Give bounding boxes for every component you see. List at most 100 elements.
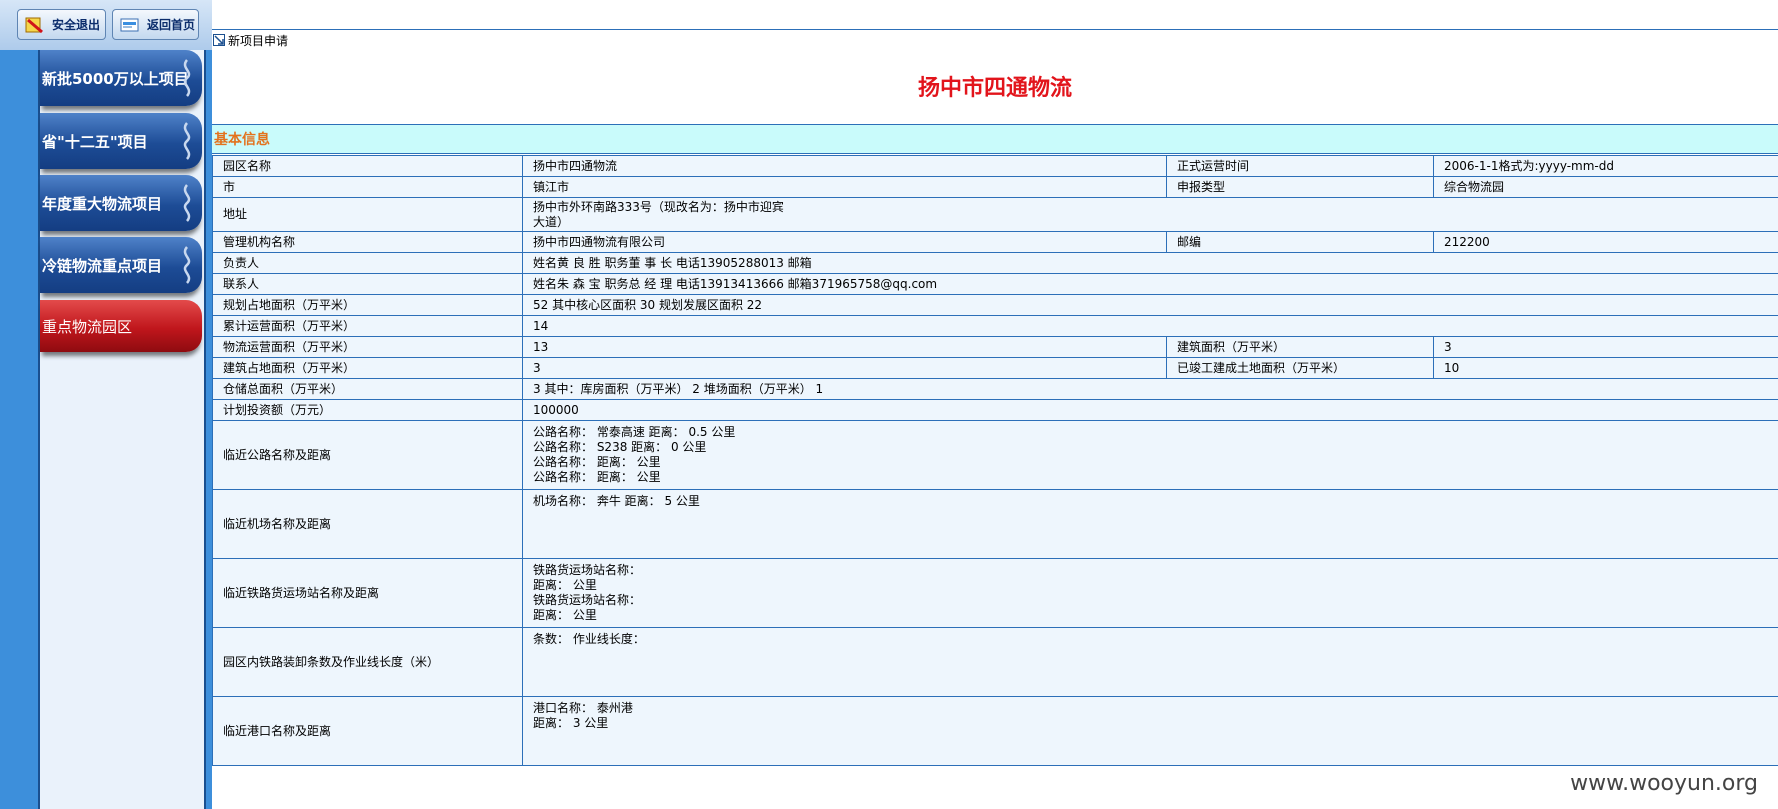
table-row: 临近港口名称及距离 港口名称： 泰州港 距离： 3 公里 xyxy=(212,696,1778,766)
road-line: 公路名称： S238 距离： 0 公里 xyxy=(533,440,707,454)
logout-icon xyxy=(24,15,46,35)
row-value: 2006-1-1格式为:yyyy-mm-dd xyxy=(1433,155,1778,177)
row-value: 公路名称： 常泰高速 距离： 0.5 公里 公路名称： S238 距离： 0 公… xyxy=(522,420,1778,490)
row-label: 规划占地面积（万平米） xyxy=(212,294,523,316)
page-title: 扬中市四通物流 xyxy=(917,75,1072,101)
table-row: 物流运营面积（万平米） 13 建筑面积（万平米） 3 xyxy=(212,336,1778,358)
table-row: 仓储总面积（万平米） 3 其中：库房面积（万平米） 2 堆场面积（万平米） 1 xyxy=(212,378,1778,400)
row-value: 100000 xyxy=(522,399,1778,421)
arrow-icon xyxy=(213,34,225,46)
row-label: 正式运营时间 xyxy=(1166,155,1434,177)
nav-item-125-projects[interactable]: 省"十二五"项目 xyxy=(40,113,202,169)
row-value: 3 xyxy=(522,357,1167,379)
row-value: 条数： 作业线长度： xyxy=(522,627,1778,697)
row-value: 铁路货运场站名称： 距离： 公里 铁路货运场站名称： 距离： 公里 xyxy=(522,558,1778,628)
nav-item-annual-projects[interactable]: 年度重大物流项目 xyxy=(40,175,202,231)
road-line: 公路名称： 常泰高速 距离： 0.5 公里 xyxy=(533,425,736,439)
info-table: 园区名称 扬中市四通物流 正式运营时间 2006-1-1格式为:yyyy-mm-… xyxy=(212,155,1778,766)
row-value: 扬中市四通物流有限公司 xyxy=(522,231,1167,253)
nav-item-cold-chain[interactable]: 冷链物流重点项目 xyxy=(40,237,202,293)
table-row: 计划投资额（万元） 100000 xyxy=(212,399,1778,421)
row-label: 建筑面积（万平米） xyxy=(1166,336,1434,358)
row-value: 扬中市四通物流 xyxy=(522,155,1167,177)
nav-item-label: 冷链物流重点项目 xyxy=(42,256,163,275)
row-label: 联系人 xyxy=(212,273,523,295)
table-row: 市 镇江市 申报类型 综合物流园 xyxy=(212,176,1778,198)
table-row: 管理机构名称 扬中市四通物流有限公司 邮编 212200 xyxy=(212,231,1778,253)
table-row: 联系人 姓名朱 森 宝 职务总 经 理 电话13913413666 邮箱3719… xyxy=(212,273,1778,295)
row-value: 52 其中核心区面积 30 规划发展区面积 22 xyxy=(522,294,1778,316)
row-label: 计划投资额（万元） xyxy=(212,399,523,421)
row-label: 地址 xyxy=(212,197,523,232)
table-row: 累计运营面积（万平米） 14 xyxy=(212,315,1778,337)
table-row: 负责人 姓名黄 良 胜 职务董 事 长 电话13905288013 邮箱 xyxy=(212,252,1778,274)
nav-item-label: 新批5000万以上项目 xyxy=(42,69,189,88)
rail-line: 铁路货运场站名称： xyxy=(533,593,642,607)
rail-line: 距离： 公里 xyxy=(533,608,597,622)
row-label: 园区名称 xyxy=(212,155,523,177)
ornament-icon xyxy=(183,59,191,97)
ornament-icon xyxy=(183,246,191,284)
nav-item-logistics-parks[interactable]: 重点物流园区 xyxy=(40,300,202,352)
port-line: 距离： 3 公里 xyxy=(533,716,609,730)
row-label: 临近公路名称及距离 xyxy=(212,420,523,490)
road-line: 公路名称： 距离： 公里 xyxy=(533,455,661,469)
section-header: 基本信息 xyxy=(212,124,1778,154)
address-line: 扬中市外环南路333号（现改名为：扬中市迎宾 xyxy=(533,199,784,214)
sidebar-top-toolbar: 安全退出 返回首页 xyxy=(0,0,214,50)
row-value: 港口名称： 泰州港 距离： 3 公里 xyxy=(522,696,1778,766)
watermark: www.wooyun.org xyxy=(1570,771,1758,796)
breadcrumb: 新项目申请 xyxy=(213,32,288,48)
row-label: 已竣工建成土地面积（万平米） xyxy=(1166,357,1434,379)
row-label: 邮编 xyxy=(1166,231,1434,253)
row-label: 临近港口名称及距离 xyxy=(212,696,523,766)
main-content: 新项目申请 扬中市四通物流 基本信息 园区名称 扬中市四通物流 正式运营时间 2… xyxy=(212,0,1778,809)
logout-label: 安全退出 xyxy=(52,18,101,32)
ornament-icon xyxy=(183,184,191,222)
table-row: 规划占地面积（万平米） 52 其中核心区面积 30 规划发展区面积 22 xyxy=(212,294,1778,316)
logout-button[interactable]: 安全退出 xyxy=(17,9,106,40)
row-value: 姓名黄 良 胜 职务董 事 长 电话13905288013 邮箱 xyxy=(522,252,1778,274)
row-value: 姓名朱 森 宝 职务总 经 理 电话13913413666 邮箱37196575… xyxy=(522,273,1778,295)
row-label: 累计运营面积（万平米） xyxy=(212,315,523,337)
table-row: 建筑占地面积（万平米） 3 已竣工建成土地面积（万平米） 10 xyxy=(212,357,1778,379)
row-label: 管理机构名称 xyxy=(212,231,523,253)
home-icon xyxy=(119,15,141,35)
row-label: 园区内铁路装卸条数及作业线长度（米） xyxy=(212,627,523,697)
row-label: 负责人 xyxy=(212,252,523,274)
row-label: 市 xyxy=(212,176,523,198)
row-value: 212200 xyxy=(1433,231,1778,253)
nav-item-label: 省"十二五"项目 xyxy=(42,132,148,151)
nav-item-label: 年度重大物流项目 xyxy=(42,194,163,213)
row-label: 临近铁路货运场站名称及距离 xyxy=(212,558,523,628)
row-value: 14 xyxy=(522,315,1778,337)
table-row: 临近铁路货运场站名称及距离 铁路货运场站名称： 距离： 公里 铁路货运场站名称：… xyxy=(212,558,1778,628)
breadcrumb-label: 新项目申请 xyxy=(228,33,289,48)
row-value: 镇江市 xyxy=(522,176,1167,198)
row-value: 10 xyxy=(1433,357,1778,379)
table-row: 地址 扬中市外环南路333号（现改名为：扬中市迎宾 大道） xyxy=(212,197,1778,232)
section-title: 基本信息 xyxy=(214,132,270,148)
home-label: 返回首页 xyxy=(147,18,196,32)
rail-line: 铁路货运场站名称： xyxy=(533,563,642,577)
home-button[interactable]: 返回首页 xyxy=(112,9,199,40)
row-label: 物流运营面积（万平米） xyxy=(212,336,523,358)
table-row: 临近公路名称及距离 公路名称： 常泰高速 距离： 0.5 公里 公路名称： S2… xyxy=(212,420,1778,490)
row-value: 13 xyxy=(522,336,1167,358)
row-value: 3 xyxy=(1433,336,1778,358)
row-label: 申报类型 xyxy=(1166,176,1434,198)
row-value: 机场名称： 奔牛 距离： 5 公里 xyxy=(522,489,1778,559)
sidebar: 安全退出 返回首页 新批5000万以上项目 省"十二五"项目 年度重大物流项目 … xyxy=(0,0,214,809)
row-value: 综合物流园 xyxy=(1433,176,1778,198)
nav-item-new-projects[interactable]: 新批5000万以上项目 xyxy=(40,50,202,106)
nav-item-label: 重点物流园区 xyxy=(42,317,133,336)
row-value: 3 其中：库房面积（万平米） 2 堆场面积（万平米） 1 xyxy=(522,378,1778,400)
table-row: 临近机场名称及距离 机场名称： 奔牛 距离： 5 公里 xyxy=(212,489,1778,559)
road-line: 公路名称： 距离： 公里 xyxy=(533,470,661,484)
row-value: 扬中市外环南路333号（现改名为：扬中市迎宾 大道） xyxy=(522,197,1778,232)
table-row: 园区内铁路装卸条数及作业线长度（米） 条数： 作业线长度： xyxy=(212,627,1778,697)
rail-line: 距离： 公里 xyxy=(533,578,597,592)
row-label: 临近机场名称及距离 xyxy=(212,489,523,559)
divider xyxy=(212,29,1778,30)
port-line: 港口名称： 泰州港 xyxy=(533,701,633,715)
